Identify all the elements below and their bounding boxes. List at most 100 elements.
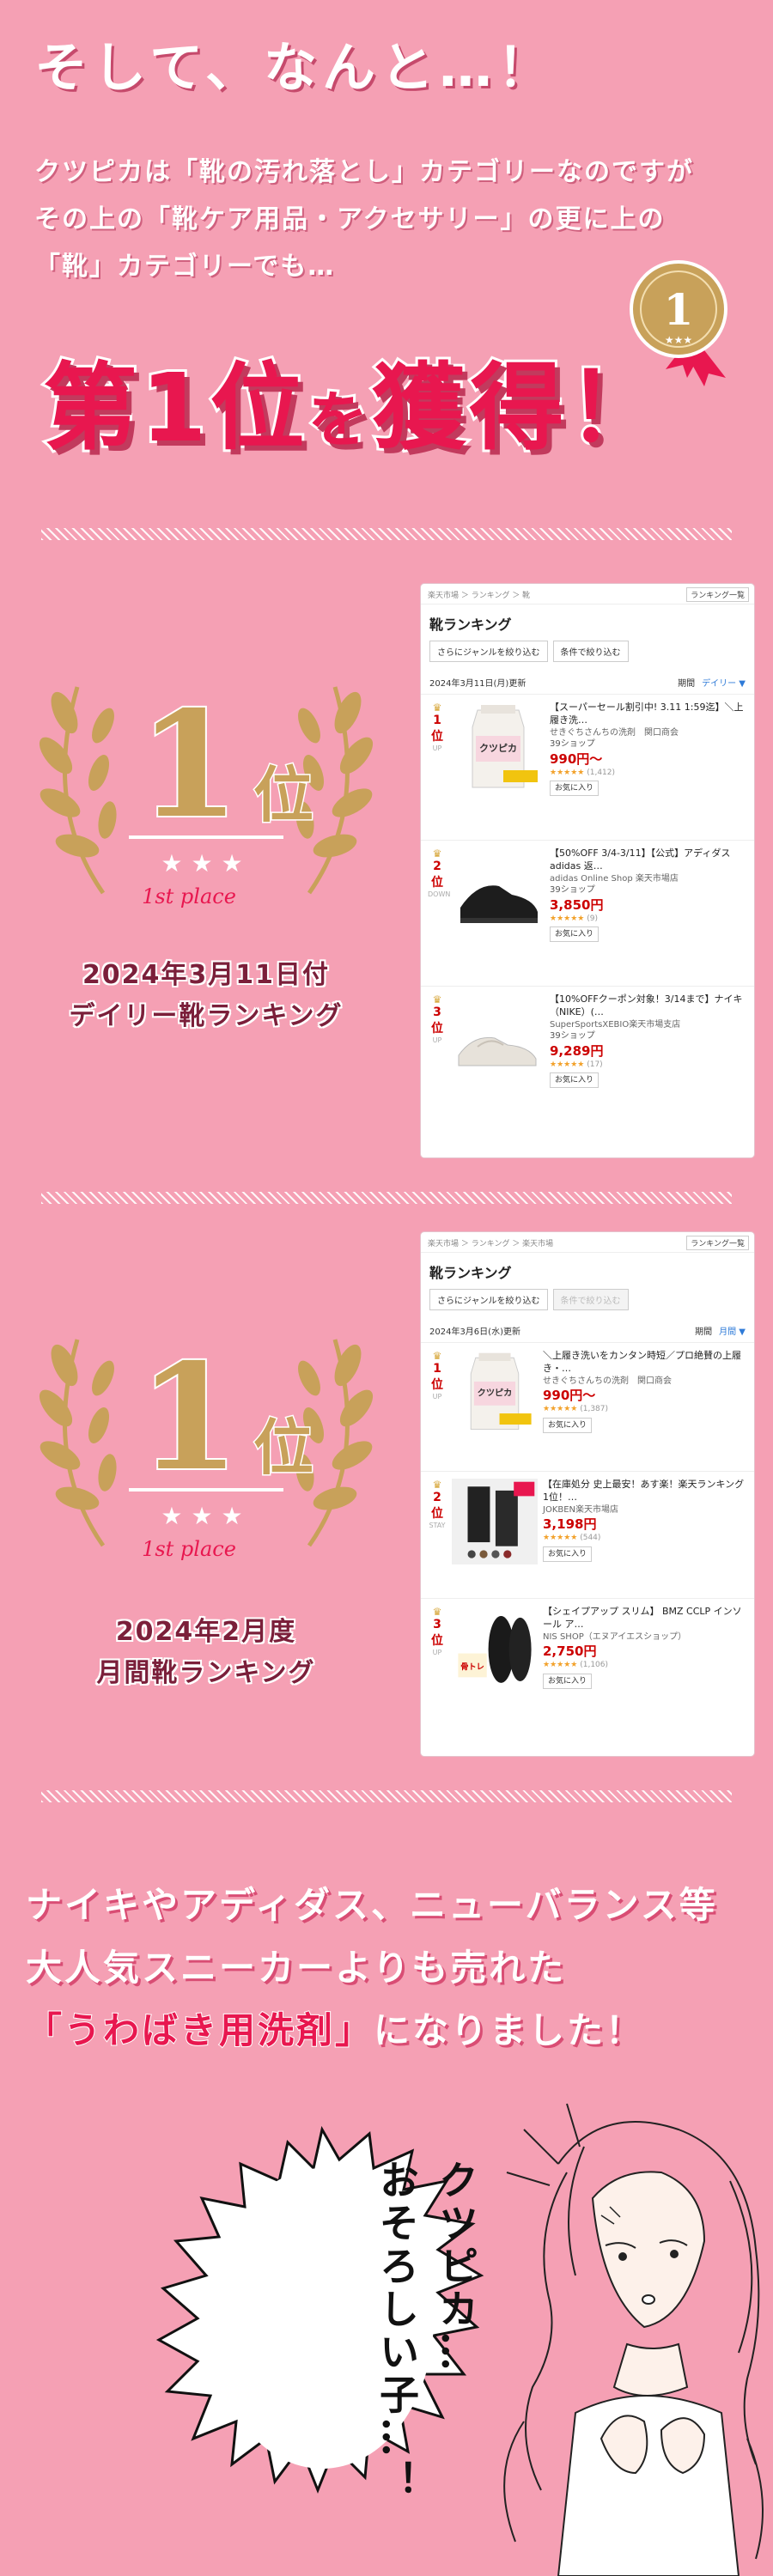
rank-unit: 位 (253, 1412, 313, 1483)
rank-number: 1 (138, 1332, 240, 1504)
divider (41, 1192, 732, 1204)
panel-title: 靴ランキング (429, 617, 512, 633)
big-title-b: 1位 (138, 350, 308, 465)
rank-sub: 1st place (142, 1537, 236, 1561)
genre-filter-button[interactable]: さらにジャンルを絞り込む (429, 1289, 548, 1310)
award1-caption-1: 2024年3月11日付 (82, 960, 331, 990)
big-title-d: 獲得！ (369, 350, 666, 465)
favorite-button[interactable]: お気に入り (550, 781, 600, 797)
svg-text:クツピカ: クツピカ (478, 1388, 513, 1399)
svg-text:★★★: ★★★ (161, 849, 251, 878)
rating-stars: ★★★★★ (1,387) (543, 1405, 609, 1414)
item-title[interactable]: 【在庫処分 史上最安！あす楽！楽天ランキング1位！… (543, 1479, 747, 1504)
item-title[interactable]: 【スーパーセール割引中! 3.11 1:59迄】＼上履き洗… (550, 702, 747, 727)
ranking-item[interactable]: ♛ 1位 UP クツピカ ＼上履き洗いをカンタン時短／プロ絶賛の上履き・… せきぐち… (421, 1343, 754, 1472)
item-title[interactable]: 【10%OFFクーポン対象！3/14まで】ナイキ（NIKE）(… (550, 993, 747, 1019)
period-label: 期間 (695, 1327, 713, 1337)
svg-text:★★★: ★★★ (161, 1502, 251, 1530)
rank-label: ♛ 1位 UP (431, 702, 443, 752)
divider (41, 1790, 732, 1802)
product-image (452, 993, 545, 1086)
message-line-1: ナイキやアディダス、ニューバランス等 (26, 1884, 718, 1926)
message-line-3: 「うわばき用洗剤」になりました！ (25, 2002, 645, 2054)
rating-stars: ★★★★★ (544) (543, 1534, 601, 1543)
ranking-item[interactable]: ♛ 3位 UP 【10%OFFクーポン対象！3/14まで】ナイキ（NIKE）(… S… (421, 987, 754, 1133)
ranking-item[interactable]: ♛ 2位 STAY 【在庫処分 史上最安！あす楽！楽天ランキング1位！… JOKBE… (421, 1472, 754, 1599)
shop-name[interactable]: adidas Online Shop 楽天市場店 (550, 873, 747, 885)
shop-tag: 39ショップ (550, 1031, 595, 1042)
condition-filter-button[interactable]: 条件で絞り込む (552, 1289, 629, 1310)
product-image (452, 848, 545, 940)
product-image: 骨トレ (452, 1606, 538, 1692)
rank-label: ♛ 2位 DOWN (428, 848, 451, 898)
shop-name[interactable]: せきぐちさんちの洗剤 関口商会 (550, 727, 747, 739)
badge-number: 1 (664, 284, 694, 335)
rank-unit: 位 (253, 759, 313, 830)
rank-label: ♛ 1位 UP (431, 1350, 443, 1400)
svg-text:クツピカ: クツピカ (479, 743, 517, 754)
ranking-list-button[interactable]: ランキング一覧 (686, 1236, 749, 1250)
price: 3,198円 (543, 1516, 597, 1533)
breadcrumb-text: 楽天市場 ＞ ランキング ＞ 靴 (428, 592, 531, 600)
period-label: 期間 (678, 679, 696, 689)
breadcrumb: 楽天市場 ＞ ランキング ＞ 靴 ランキング一覧 (421, 584, 754, 605)
shop-name[interactable]: せきぐちさんちの洗剤 関口商会 (543, 1376, 747, 1388)
favorite-button[interactable]: お気に入り (543, 1546, 593, 1562)
rating-stars: ★★★★★ (1,412) (550, 768, 616, 777)
favorite-button[interactable]: お気に入り (543, 1673, 593, 1689)
ranking-panel-daily: 楽天市場 ＞ ランキング ＞ 靴 ランキング一覧 靴ランキング さらにジャンルを… (421, 584, 754, 1157)
ranking-item[interactable]: ♛ 1位 UP クツピカ 【スーパーセール割引中! 3.11 1:59迄】＼上履き洗… (421, 695, 754, 841)
big-title-a: 第 (40, 350, 141, 465)
svg-text:★★★: ★★★ (665, 334, 692, 346)
favorite-button[interactable]: お気に入り (543, 1417, 593, 1433)
breadcrumb: 楽天市場 ＞ ランキング ＞ 楽天市場 ランキング一覧 (421, 1232, 754, 1253)
shop-tag: 39ショップ (550, 739, 595, 750)
award1-caption-2: デイリー靴ランキング (69, 1001, 344, 1031)
speech-line-2: おそろしい子…！ (374, 2160, 420, 2503)
ranking-item[interactable]: ♛ 3位 UP 骨トレ 【シェイプアップ スリム】 BMZ CCLP インソール ア… (421, 1599, 754, 1726)
rank-label: ♛ 3位 UP (431, 1606, 443, 1656)
ranking-list-button[interactable]: ランキング一覧 (686, 587, 749, 602)
price: 2,750円 (543, 1643, 597, 1660)
update-date: 2024年3月11日(月)更新 (429, 679, 526, 689)
message-rest: になりました！ (374, 2009, 645, 2051)
product-image: クツピカ (452, 702, 545, 794)
rank-label: ♛ 3位 UP (431, 993, 443, 1044)
rank-sub: 1st place (142, 884, 236, 908)
update-date: 2024年3月6日(水)更新 (429, 1327, 520, 1337)
rank-label: ♛ 2位 STAY (429, 1479, 446, 1529)
rating-stars: ★★★★★ (1,106) (543, 1661, 609, 1670)
favorite-button[interactable]: お気に入り (550, 927, 600, 943)
price: 3,850円 (550, 896, 604, 913)
ranking-panel-monthly: 楽天市場 ＞ ランキング ＞ 楽天市場 ランキング一覧 靴ランキング さらにジャ… (421, 1232, 754, 1756)
period-select[interactable]: 月間 ▼ (719, 1324, 746, 1337)
product-image (452, 1479, 538, 1564)
condition-filter-button[interactable]: 条件で絞り込む (552, 641, 629, 662)
intro-line-3: 「靴」カテゴリーでも… (34, 252, 336, 282)
intro-line-1: クツピカは「靴の汚れ落とし」カテゴリーなのですが (34, 157, 694, 187)
award2-caption-2: 月間靴ランキング (96, 1658, 316, 1688)
ranking-item[interactable]: ♛ 2位 DOWN 【50%OFF 3/4-3/11】【公式】アディダス adida… (421, 841, 754, 987)
panel-title: 靴ランキング (429, 1265, 512, 1281)
rank-number: 1 (138, 679, 240, 851)
item-title[interactable]: 【シェイプアップ スリム】 BMZ CCLP インソール ア… (543, 1606, 747, 1631)
rating-stars: ★★★★★ (9) (550, 914, 598, 923)
shop-name[interactable]: SuperSportsXEBIO楽天市場支店 (550, 1019, 747, 1031)
shocked-girl-illustration (503, 2103, 764, 2576)
message-line-2: 大人気スニーカーよりも売れた (26, 1947, 567, 1989)
item-title[interactable]: 【50%OFF 3/4-3/11】【公式】アディダス adidas 返… (550, 848, 747, 873)
price: 990円〜 (543, 1388, 596, 1404)
rating-stars: ★★★★★ (17) (550, 1060, 603, 1069)
headline: そして、なんと…！ (34, 36, 557, 99)
period-select[interactable]: デイリー ▼ (702, 676, 746, 689)
shop-name[interactable]: NIS SHOP（エヌアイエスショップ） (543, 1631, 747, 1643)
laurel-wreath-icon: 1 位 ★★★ 1st place (39, 677, 374, 908)
shop-tag: 39ショップ (550, 885, 595, 896)
breadcrumb-text: 楽天市場 ＞ ランキング ＞ 楽天市場 (428, 1240, 554, 1249)
award2-caption-1: 2024年2月度 (115, 1617, 297, 1647)
genre-filter-button[interactable]: さらにジャンルを絞り込む (429, 641, 548, 662)
favorite-button[interactable]: お気に入り (550, 1072, 600, 1089)
svg-text:骨トレ: 骨トレ (460, 1662, 484, 1672)
shop-name[interactable]: JOKBEN楽天市場店 (543, 1504, 747, 1516)
item-title[interactable]: ＼上履き洗いをカンタン時短／プロ絶賛の上履き・… (543, 1350, 747, 1376)
